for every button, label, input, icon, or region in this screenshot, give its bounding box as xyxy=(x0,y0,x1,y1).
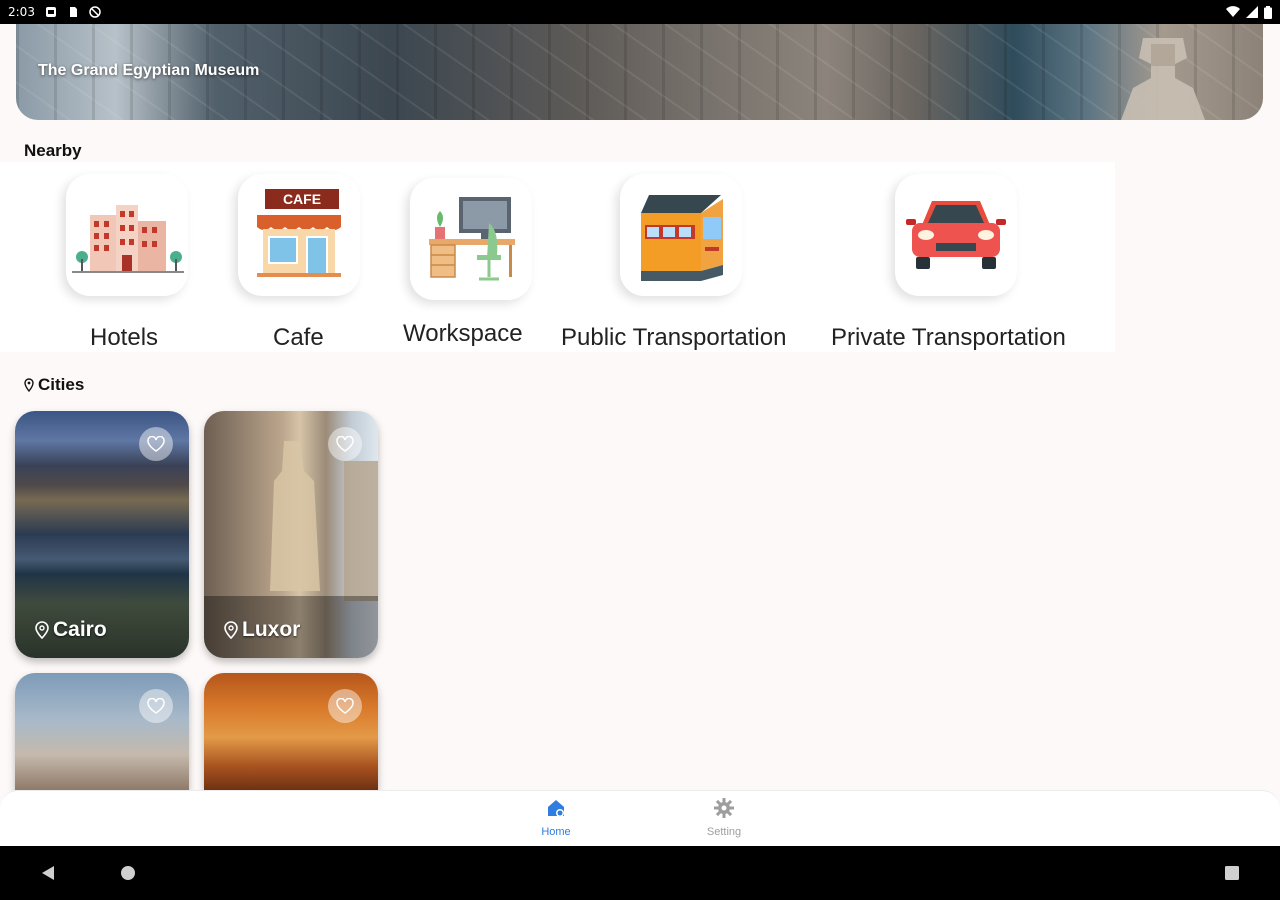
sim-card-icon xyxy=(69,7,77,17)
cities-section-title: Cities xyxy=(24,375,84,395)
favorite-button[interactable] xyxy=(328,427,362,461)
nearby-label-public-transportation: Public Transportation xyxy=(561,324,787,351)
nav-item-setting[interactable]: Setting xyxy=(684,797,764,838)
blocked-icon xyxy=(89,6,101,18)
status-bar: 2:03 xyxy=(0,0,1280,24)
nearby-panel: Hotels CAFE Cafe Workspace Public Transp… xyxy=(0,162,1115,352)
nav-label-home: Home xyxy=(541,826,571,838)
nearby-label-hotels: Hotels xyxy=(90,324,159,351)
nearby-label-cafe: Cafe xyxy=(273,324,324,351)
location-pin-icon xyxy=(224,621,238,639)
cities-title-text: Cities xyxy=(38,375,85,394)
favorite-button[interactable] xyxy=(139,689,173,723)
system-navigation-bar xyxy=(0,846,1280,900)
signal-icon xyxy=(1246,6,1258,18)
nearby-label-workspace: Workspace xyxy=(403,320,523,347)
hero-banner[interactable]: The Grand Egyptian Museum xyxy=(16,24,1263,120)
cafe-icon: CAFE xyxy=(257,189,341,277)
workspace-icon xyxy=(429,197,515,281)
heart-icon xyxy=(147,436,165,452)
bottom-navigation: Home Setting xyxy=(0,790,1280,846)
back-icon[interactable] xyxy=(40,865,56,881)
cafe-sign-text: CAFE xyxy=(283,191,321,207)
city-name-cairo: Cairo xyxy=(35,618,107,642)
nearby-label-private-transportation: Private Transportation xyxy=(831,324,1066,351)
city-card-cairo[interactable]: Cairo xyxy=(15,411,189,658)
recents-icon[interactable] xyxy=(1224,865,1240,881)
notification-icon xyxy=(45,7,56,17)
status-time: 2:03 xyxy=(8,5,35,19)
heart-icon xyxy=(336,698,354,714)
heart-icon xyxy=(336,436,354,452)
train-icon xyxy=(641,195,723,281)
pharaoh-statue-image xyxy=(1121,38,1205,120)
nav-item-home[interactable]: Home xyxy=(516,797,596,838)
home-icon xyxy=(548,800,564,817)
city-card-4[interactable] xyxy=(204,673,378,790)
city-name-luxor: Luxor xyxy=(224,618,300,642)
public-transportation-card[interactable] xyxy=(620,174,742,296)
cafe-card[interactable]: CAFE xyxy=(238,174,360,296)
nearby-section-title: Nearby xyxy=(24,141,82,160)
home-button-icon[interactable] xyxy=(120,865,136,881)
location-pin-icon xyxy=(35,621,49,639)
location-pin-icon xyxy=(24,378,34,392)
car-icon xyxy=(906,201,1006,269)
hotel-icon xyxy=(72,205,184,273)
city-card-3[interactable] xyxy=(15,673,189,790)
wifi-icon xyxy=(1226,6,1240,18)
city-card-luxor[interactable]: Luxor xyxy=(204,411,378,658)
private-transportation-card[interactable] xyxy=(895,174,1017,296)
hero-title: The Grand Egyptian Museum xyxy=(38,62,260,79)
nav-label-setting: Setting xyxy=(706,826,742,838)
heart-icon xyxy=(147,698,165,714)
workspace-card[interactable] xyxy=(410,178,532,300)
favorite-button[interactable] xyxy=(328,689,362,723)
gear-icon xyxy=(714,798,734,818)
favorite-button[interactable] xyxy=(139,427,173,461)
battery-icon xyxy=(1264,5,1272,19)
hotels-card[interactable] xyxy=(66,174,188,296)
